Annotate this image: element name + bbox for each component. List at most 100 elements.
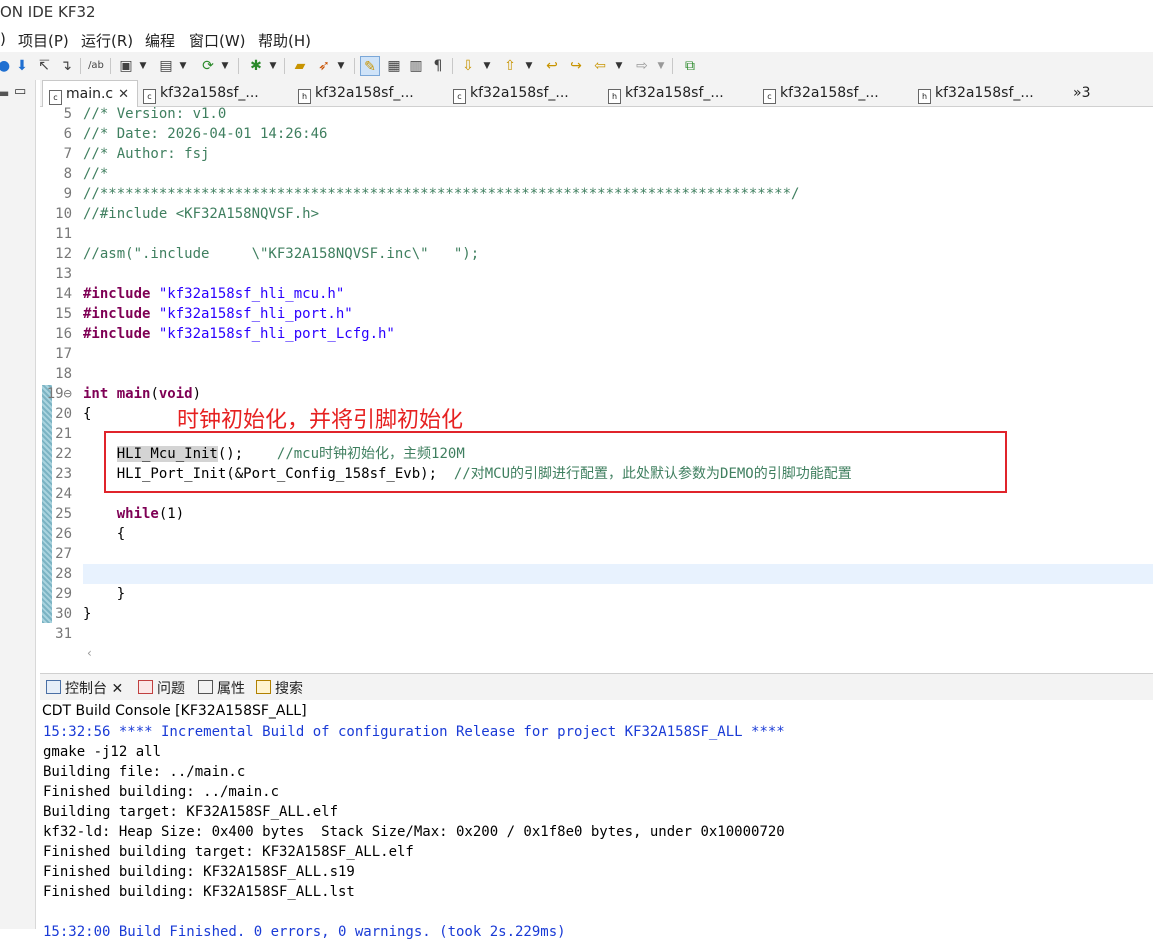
line-number: 23 (55, 466, 72, 482)
menu-item-program[interactable]: 编程 (145, 30, 175, 51)
c-file-icon: c (453, 89, 466, 104)
debug-icon[interactable]: ✱ (246, 56, 266, 76)
open-icon[interactable]: ▰ (290, 56, 310, 76)
highlight-icon[interactable]: ✎ (360, 56, 380, 76)
step-over-icon[interactable]: ↸ (34, 56, 54, 76)
tab-file[interactable]: h kf32a158sf_... (608, 80, 758, 107)
code-token: } (83, 586, 126, 602)
maximize-icon[interactable]: ▭ (14, 84, 26, 99)
console-line: Finished building: ../main.c (43, 784, 280, 800)
menu-item-help[interactable]: 帮助(H) (258, 30, 311, 51)
back-icon[interactable]: ⇦ (590, 56, 610, 76)
chevron-down-icon[interactable]: ▼ (336, 56, 346, 76)
minimize-icon[interactable]: ▬ (0, 86, 9, 100)
step-return-icon[interactable]: ↴ (56, 56, 76, 76)
tab-properties[interactable]: 属性 (198, 678, 245, 698)
outline-icon[interactable]: ▦ (384, 56, 404, 76)
code-token: //* Date: 2026-04-01 14:26:46 (83, 126, 328, 142)
code-line[interactable]: } (83, 584, 125, 604)
tab-label: kf32a158sf_... (935, 85, 1034, 101)
line-number: 22 (55, 446, 72, 462)
forward-icon[interactable]: ⇨ (632, 56, 652, 76)
code-line[interactable]: while(1) (83, 504, 184, 524)
toolbar-separator (354, 58, 355, 74)
toolbar: ● ⬇ ↸ ↴ /ab ▣ ▼ ▤ ▼ ⟳ ▼ ✱ ▼ ▰ ➶ ▼ ✎ ▦ ▥ … (0, 52, 1153, 80)
code-line[interactable]: //* (83, 164, 108, 184)
console-tab-bar: 控制台 ✕ 问题 属性 搜索 (40, 673, 1153, 700)
line-number: 21 (55, 426, 72, 442)
tab-console[interactable]: 控制台 ✕ (46, 678, 123, 698)
build-config-icon[interactable]: ⟳ (198, 56, 218, 76)
code-line[interactable]: //**************************************… (83, 184, 799, 204)
last-edit-icon[interactable]: ↩ (542, 56, 562, 76)
close-icon[interactable]: ✕ (118, 87, 129, 102)
next-annotation-icon[interactable]: ⇩ (458, 56, 478, 76)
code-line[interactable]: } (83, 604, 91, 624)
line-number: 30 (55, 606, 72, 622)
chevron-down-icon[interactable]: ▼ (220, 56, 230, 76)
new-project-icon[interactable]: ▣ (116, 56, 136, 76)
code-token: { (83, 526, 126, 542)
code-line[interactable]: //* Version: v1.0 (83, 104, 226, 124)
run-icon[interactable]: ➶ (314, 56, 334, 76)
line-number: 8 (63, 166, 72, 182)
code-line[interactable]: //* Author: fsj (83, 144, 209, 164)
tab-search[interactable]: 搜索 (256, 678, 303, 698)
tab-problems[interactable]: 问题 (138, 678, 185, 698)
h-file-icon: h (918, 89, 931, 104)
line-number: 20 (55, 406, 72, 422)
menu-item-partial[interactable]: ) (0, 30, 6, 48)
tab-file[interactable]: h kf32a158sf_... (918, 80, 1068, 107)
new-file-icon[interactable]: ▤ (156, 56, 176, 76)
code-line[interactable]: //* Date: 2026-04-01 14:26:46 (83, 124, 327, 144)
step-into-icon[interactable]: ⬇ (12, 56, 32, 76)
code-line[interactable]: #include "kf32a158sf_hli_mcu.h" (83, 284, 344, 304)
tab-label: 问题 (157, 681, 185, 697)
menu-item-window[interactable]: 窗口(W) (189, 30, 246, 51)
c-file-icon: c (763, 89, 776, 104)
toggle-icon[interactable]: ▥ (406, 56, 426, 76)
menu-item-project[interactable]: 项目(P) (18, 30, 69, 51)
tab-label: 属性 (217, 681, 245, 697)
tab-label: kf32a158sf_... (625, 85, 724, 101)
code-line[interactable]: //asm(".include \"KF32A158NQVSF.inc\" ")… (83, 244, 479, 264)
code-token: "kf32a158sf_hli_mcu.h" (158, 286, 345, 302)
console-line: gmake -j12 all (43, 744, 162, 760)
horizontal-scrollbar[interactable]: ‹ (83, 644, 1153, 664)
line-number: 13 (55, 266, 72, 282)
code-line[interactable]: #include "kf32a158sf_hli_port.h" (83, 304, 353, 324)
annotation-text: 时钟初始化，并将引脚初始化 (177, 408, 464, 433)
code-line[interactable]: { (83, 404, 91, 424)
tab-overflow[interactable]: »3 (1073, 80, 1113, 107)
scroll-left-icon[interactable]: ‹ (87, 646, 92, 660)
tab-file[interactable]: c kf32a158sf_... (143, 80, 293, 107)
chevron-down-icon[interactable]: ▼ (268, 56, 278, 76)
code-token: "kf32a158sf_hli_port_Lcfg.h" (158, 326, 395, 342)
code-line[interactable]: #include "kf32a158sf_hli_port_Lcfg.h" (83, 324, 395, 344)
c-file-icon: c (143, 89, 156, 104)
forward-edit-icon[interactable]: ↪ (566, 56, 586, 76)
close-icon[interactable]: ✕ (111, 681, 123, 697)
chevron-down-icon[interactable]: ▼ (178, 56, 188, 76)
tab-file[interactable]: h kf32a158sf_... (298, 80, 448, 107)
code-token: ( (150, 386, 159, 402)
code-line[interactable]: { (83, 524, 125, 544)
chevron-down-icon[interactable]: ▼ (138, 56, 148, 76)
chevron-down-icon[interactable]: ▼ (482, 56, 492, 76)
code-line[interactable]: int main(void) (83, 384, 201, 404)
external-icon[interactable]: ⧉ (680, 56, 700, 76)
pilcrow-icon[interactable]: ¶ (428, 56, 448, 76)
line-number: 26 (55, 526, 72, 542)
chevron-down-icon[interactable]: ▼ (614, 56, 624, 76)
tab-file[interactable]: c kf32a158sf_... (763, 80, 913, 107)
code-token: //* Version: v1.0 (83, 106, 227, 122)
tab-file[interactable]: c kf32a158sf_... (453, 80, 603, 107)
prev-annotation-icon[interactable]: ⇧ (500, 56, 520, 76)
code-line[interactable]: //#include <KF32A158NQVSF.h> (83, 204, 319, 224)
code-token: (1) (158, 506, 185, 522)
chevron-down-icon[interactable]: ▼ (524, 56, 534, 76)
mnemonic-icon[interactable]: /ab (86, 56, 106, 76)
tab-main-c[interactable]: c main.c ✕ (42, 80, 138, 107)
chevron-down-icon[interactable]: ▼ (656, 56, 666, 76)
menu-item-run[interactable]: 运行(R) (81, 30, 133, 51)
